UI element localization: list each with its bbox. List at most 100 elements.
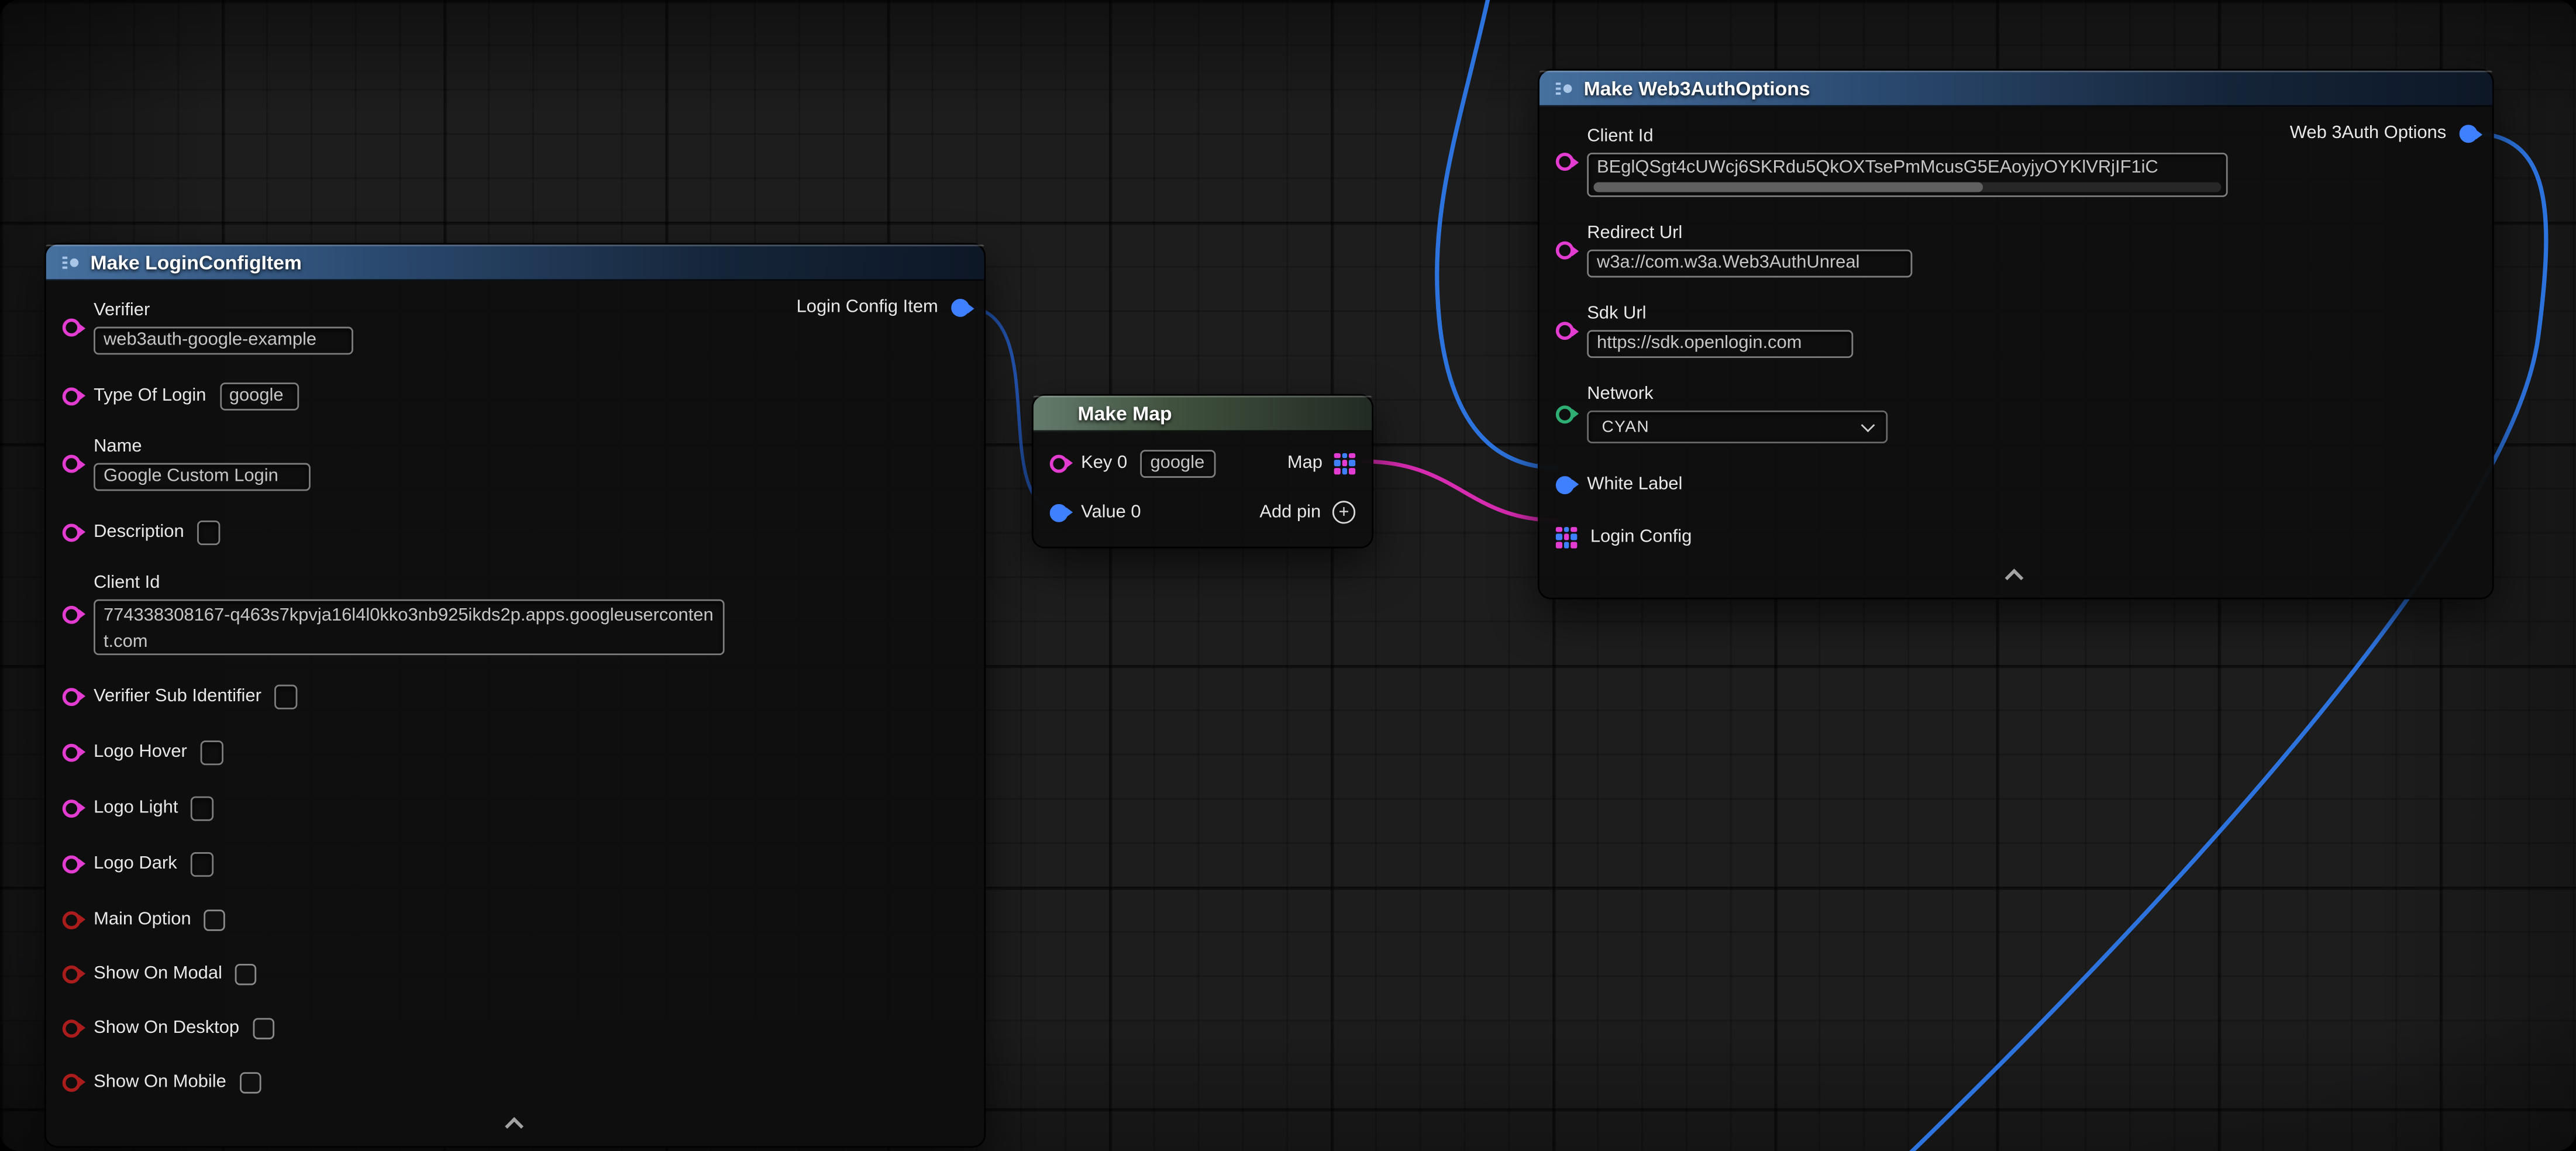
node-make-loginconfigitem[interactable]: Make LoginConfigItem Login Config Item V… [44,243,986,1147]
value0-label: Value 0 [1081,502,1141,523]
client-id-pin[interactable] [1556,153,1574,171]
name-label: Name [94,437,311,458]
wire-map-output-to-login-config[interactable] [1362,461,1559,521]
node-make-map[interactable]: Make Map Key 0 google Map Value 0 [1032,394,1373,549]
logo-light-input[interactable] [191,795,214,820]
logo-hover-pin[interactable] [63,743,81,761]
verifier-sub-identifier-label: Verifier Sub Identifier [94,685,261,707]
show-on-mobile-checkbox[interactable] [239,1071,261,1093]
node-header[interactable]: Make LoginConfigItem [46,244,984,281]
verifier-pin[interactable] [63,319,81,337]
map-grid-icon [1048,403,1068,423]
description-input[interactable] [197,520,220,545]
pin-row-description: Description [63,517,965,547]
redirect-url-label: Redirect Url [1587,223,1912,244]
struct-pin-icon [61,252,81,272]
redirect-url-input[interactable]: w3a://com.w3a.Web3AuthUnreal [1587,250,1912,278]
logo-dark-label: Logo Dark [94,853,177,874]
show-on-mobile-pin[interactable] [63,1073,81,1091]
main-option-label: Main Option [94,909,191,930]
pin-row-name: Name Google Custom Login [63,437,965,491]
verifier-sub-identifier-pin[interactable] [63,687,81,705]
pin-row-client-id: Client Id BEglQSgt4cUWcj6SKRdu5QkOXTsePm… [1556,126,2472,197]
node-collapse-button[interactable] [1556,559,2472,591]
show-on-desktop-label: Show On Desktop [94,1017,239,1038]
blueprint-graph-canvas[interactable]: Make LoginConfigItem Login Config Item V… [0,0,2576,1151]
type-of-login-label: Type Of Login [94,385,206,406]
scrollbar-thumb[interactable] [1593,182,1982,192]
show-on-modal-pin[interactable] [63,964,81,983]
pin-row-redirect-url: Redirect Url w3a://com.w3a.Web3AuthUnrea… [1556,223,2472,278]
name-pin[interactable] [63,455,81,473]
map-output-label: Map [1287,452,1323,473]
client-id-input[interactable]: BEglQSgt4cUWcj6SKRdu5QkOXTsePmMcusG5EAoy… [1587,153,2227,197]
redirect-url-pin[interactable] [1556,242,1574,260]
node-header[interactable]: Make Web3AuthOptions [1540,71,2492,107]
pin-row-logo-dark: Logo Dark [63,849,965,878]
show-on-mobile-label: Show On Mobile [94,1071,226,1093]
node-title: Make LoginConfigItem [90,250,301,273]
show-on-modal-checkbox[interactable] [235,963,257,984]
client-id-input[interactable]: 774338308167-q463s7kpvja16l4l0kko3nb925i… [94,599,725,655]
network-selected-value: CYAN [1602,418,1863,436]
network-pin[interactable] [1556,405,1574,423]
white-label-pin[interactable] [1556,475,1574,494]
pin-row-sdk-url: Sdk Url https://sdk.openlogin.com [1556,304,2472,358]
show-on-desktop-checkbox[interactable] [253,1017,274,1038]
main-option-checkbox[interactable] [204,909,226,930]
sdk-url-pin[interactable] [1556,322,1574,340]
map-pin-icon[interactable] [1334,452,1356,473]
verifier-input[interactable]: web3auth-google-example [94,327,353,355]
pin-row-login-config: Login Config [1556,522,2472,552]
network-label: Network [1587,384,1888,405]
key0-label: Key 0 [1081,452,1127,473]
add-pin-icon[interactable] [1332,501,1355,523]
pin-row-value0: Value 0 Add pin [1050,498,1355,528]
pin-row-key0: Key 0 google Map [1050,448,1355,478]
logo-dark-pin[interactable] [63,854,81,873]
login-config-pin-icon[interactable] [1556,526,1578,547]
logo-light-label: Logo Light [94,797,178,818]
client-id-pin[interactable] [63,605,81,623]
pin-row-show-on-modal: Show On Modal [63,959,965,989]
network-dropdown[interactable]: CYAN [1587,411,1888,443]
logo-hover-input[interactable] [200,740,223,764]
pin-row-verifier: Verifier web3auth-google-example [63,301,965,355]
pin-row-white-label: White Label [1556,470,2472,499]
logo-light-pin[interactable] [63,799,81,817]
chevron-down-icon [1861,418,1875,432]
key0-pin[interactable] [1050,454,1068,472]
pin-row-type-of-login: Type Of Login google [63,381,965,411]
pin-row-main-option: Main Option [63,905,965,935]
node-title: Make Web3AuthOptions [1584,77,1810,99]
client-id-value: BEglQSgt4cUWcj6SKRdu5QkOXTsePmMcusG5EAoy… [1597,158,2158,178]
node-title: Make Map [1078,401,1172,424]
show-on-modal-label: Show On Modal [94,963,222,984]
client-id-label: Client Id [1587,126,2227,147]
pin-row-client-id: Client Id 774338308167-q463s7kpvja16l4l0… [63,573,965,655]
logo-dark-input[interactable] [190,852,213,876]
show-on-desktop-pin[interactable] [63,1019,81,1037]
collapse-chevron-icon [2005,568,2024,587]
key0-input[interactable]: google [1141,449,1216,477]
pin-row-network: Network CYAN [1556,384,2472,443]
login-config-label: Login Config [1590,526,1692,547]
verifier-label: Verifier [94,301,353,322]
type-of-login-pin[interactable] [63,387,81,405]
node-collapse-button[interactable] [63,1107,965,1139]
sdk-url-input[interactable]: https://sdk.openlogin.com [1587,330,1853,358]
pin-row-show-on-mobile: Show On Mobile [63,1067,965,1097]
pin-row-verifier-sub-identifier: Verifier Sub Identifier [63,681,965,711]
horizontal-scrollbar[interactable] [1593,182,2221,192]
node-header[interactable]: Make Map [1034,396,1372,432]
value0-pin[interactable] [1050,503,1068,521]
node-make-web3authoptions[interactable]: Make Web3AuthOptions Web 3Auth Options C… [1538,69,2494,599]
collapse-chevron-icon [504,1117,523,1136]
pin-row-logo-light: Logo Light [63,793,965,823]
type-of-login-input[interactable]: google [219,382,298,410]
struct-pin-icon [1554,78,1574,98]
description-pin[interactable] [63,523,81,541]
verifier-sub-identifier-input[interactable] [274,684,297,708]
main-option-pin[interactable] [63,911,81,929]
name-input[interactable]: Google Custom Login [94,463,311,491]
